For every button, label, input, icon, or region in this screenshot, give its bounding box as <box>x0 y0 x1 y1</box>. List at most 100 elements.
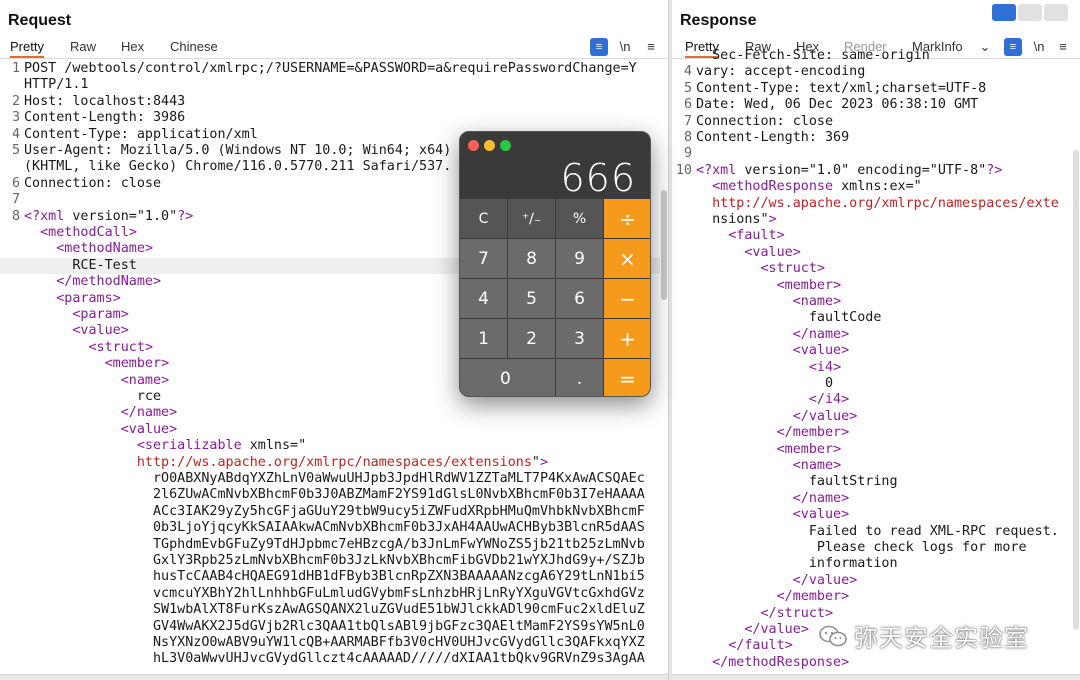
line-text: Content-Length: 3986 <box>24 110 186 126</box>
calc-key-3-0[interactable]: 1 <box>460 319 507 358</box>
line-text: </value> <box>744 622 809 637</box>
calc-key-1-1[interactable]: 8 <box>508 239 555 278</box>
tab-pretty[interactable]: Pretty <box>10 38 44 58</box>
code-line: SW1wbAlXT8FurKszAwAGSQANX2luZGVudE51bWJl… <box>0 602 660 618</box>
line-text: Connection: close <box>696 113 834 129</box>
watermark: 弥天安全实验室 <box>818 618 1029 653</box>
zoom-button[interactable] <box>500 140 511 151</box>
code-line: <value> <box>0 422 660 438</box>
line-text: </name> <box>120 405 178 421</box>
line-text: <name> <box>120 372 170 388</box>
code-line: 7 Connection: close <box>672 114 1072 130</box>
request-scrollbar[interactable] <box>661 190 667 300</box>
code-line: </name> <box>672 491 1072 507</box>
line-number: 6 <box>683 97 692 113</box>
line-text: vcmcuYXBhY2hlLnhhbGFuLmludGVybmFsLnhzbHR… <box>24 585 645 601</box>
close-button[interactable] <box>468 140 479 151</box>
line-text: 0 <box>696 376 834 391</box>
line-text: <member> <box>776 277 842 293</box>
line-text: hL3V0aWwvUHJvcGVydGllczt4cAAAAAD/////dXI… <box>24 651 645 667</box>
line-text: Content-Type: text/xml;charset=UTF-8 <box>696 80 987 96</box>
code-line: 0 <box>672 376 1072 392</box>
code-line: Failed to read XML-RPC request. <box>672 524 1072 540</box>
code-line: <methodResponse xmlns:ex=" <box>672 179 1072 195</box>
calc-key-4-1[interactable]: . <box>556 359 603 396</box>
layout-single-icon[interactable] <box>1044 4 1068 21</box>
menu-icon[interactable]: ≡ <box>642 38 660 56</box>
line-number: 2 <box>11 93 20 109</box>
calc-key-2-0[interactable]: 4 <box>460 279 507 318</box>
line-text: <fault> <box>728 228 785 244</box>
calc-key-4-0[interactable]: 0 <box>460 359 555 396</box>
code-line: faultCode <box>672 310 1072 326</box>
tab-raw[interactable]: Raw <box>70 38 96 58</box>
response-title: Response <box>680 12 757 29</box>
code-line: <member> <box>672 442 1072 458</box>
calc-key-0-2[interactable]: % <box>556 199 603 238</box>
code-line: </member> <box>672 589 1072 605</box>
calc-key-0-0[interactable]: C <box>460 199 507 238</box>
calc-key-1-3[interactable]: × <box>604 239 650 278</box>
code-line: hL3V0aWwvUHJvcGVydGllczt4cAAAAAD/////dXI… <box>0 651 660 667</box>
line-text: GV4WwAKX2J5dGVjb2Rlc3QAA1tbQlsABl9jbGFzc… <box>24 618 645 634</box>
calc-key-3-3[interactable]: + <box>604 319 650 358</box>
layout-toggle <box>992 4 1070 22</box>
calc-key-2-1[interactable]: 5 <box>508 279 555 318</box>
line-text: NsYXNzO0wABV9uYW1lcQB+AARMABFfb3V0cHV0UH… <box>24 635 645 650</box>
calc-key-1-0[interactable]: 7 <box>460 239 507 278</box>
code-line: <name> <box>672 458 1072 474</box>
code-line: </name> <box>672 327 1072 343</box>
line-text: </member> <box>776 425 850 441</box>
calc-key-1-2[interactable]: 9 <box>556 239 603 278</box>
response-editor[interactable]: Sec-Fetch-Site: same-origin 4 vary: accept… <box>672 48 1072 676</box>
code-line: <value> <box>672 343 1072 359</box>
tab-hex[interactable]: Hex <box>121 38 144 58</box>
code-line: rO0ABXNyABdqYXZhLnV0aWwuUHJpb3JpdHlRdWV1… <box>0 471 660 487</box>
code-line: 1 POST /webtools/control/xmlrpc;/?USERNAM… <box>0 61 660 77</box>
minimize-button[interactable] <box>484 140 495 151</box>
line-text: rO0ABXNyABdqYXZhLnV0aWwuUHJpb3JpdHlRdWV1… <box>24 471 645 486</box>
code-line: 3 Content-Length: 3986 <box>0 110 660 126</box>
line-text: husTcCAAB4cHQAEG91dHB1dFByb3BlcnRpZXN3BA… <box>24 569 645 585</box>
request-tabs: Pretty Raw Hex Chinese ≡ \n ≡ <box>0 38 668 58</box>
newline-icon[interactable]: \n <box>616 38 634 56</box>
line-number: 9 <box>683 146 692 162</box>
calc-key-4-2[interactable]: = <box>604 359 650 396</box>
code-line: 6 Date: Wed, 06 Dec 2023 06:38:10 GMT <box>672 97 1072 113</box>
line-text: <serializable xmlns=" <box>136 438 307 454</box>
code-line: Please check logs for more <box>672 540 1072 556</box>
tab-chinese[interactable]: Chinese <box>170 38 218 58</box>
line-text: </fault> <box>728 638 793 654</box>
code-line: <serializable xmlns=" <box>0 438 660 454</box>
line-text: <name> <box>792 458 842 473</box>
code-line: <fault> <box>672 228 1072 244</box>
code-line: <value> <box>672 245 1072 261</box>
line-text: </struct> <box>760 605 834 621</box>
response-bottom-bar <box>672 674 1080 680</box>
response-scrollbar[interactable] <box>1073 150 1079 630</box>
code-line: TGphdmEvbGFuZy9TdHJpbmc7eHBzcgA/b3JnLmFw… <box>0 537 660 553</box>
code-line: </name> <box>0 405 660 421</box>
line-number: 8 <box>11 208 20 224</box>
line-text: <value> <box>792 343 850 359</box>
calculator-window[interactable]: 666 C ⁺∕₋% ÷ 7 8 9 × 4 5 6− 1 2 3 +0. = <box>459 131 651 397</box>
calc-key-3-2[interactable]: 3 <box>556 319 603 358</box>
code-line: </value> <box>672 573 1072 589</box>
calc-key-2-2[interactable]: 6 <box>556 279 603 318</box>
calc-key-2-3[interactable]: − <box>604 279 650 318</box>
line-text: <?xml version="1.0"?> <box>24 208 194 224</box>
code-line: <struct> <box>672 261 1072 277</box>
calc-key-0-3[interactable]: ÷ <box>604 199 650 238</box>
code-line: HTTP/1.1 <box>0 77 660 93</box>
code-line: ACc3IAK29yZy5hcGFjaGUuY29tbW9ucy5iZWFudX… <box>0 504 660 520</box>
line-text: <params> <box>56 290 121 306</box>
line-text: HTTP/1.1 <box>24 77 89 93</box>
layout-side-by-side-icon[interactable] <box>992 4 1016 21</box>
code-line: Sec-Fetch-Site: same-origin <box>672 48 1072 64</box>
calc-key-3-1[interactable]: 2 <box>508 319 555 358</box>
line-text: Failed to read XML-RPC request. <box>696 523 1059 539</box>
wrap-lines-icon[interactable]: ≡ <box>590 38 608 56</box>
code-line: GxlY3Rpb25zLmNvbXBhcmF0b3JzLkNvbXBhcmFib… <box>0 553 660 569</box>
calc-key-0-1[interactable]: ⁺∕₋ <box>508 199 555 238</box>
layout-stacked-icon[interactable] <box>1018 4 1042 21</box>
